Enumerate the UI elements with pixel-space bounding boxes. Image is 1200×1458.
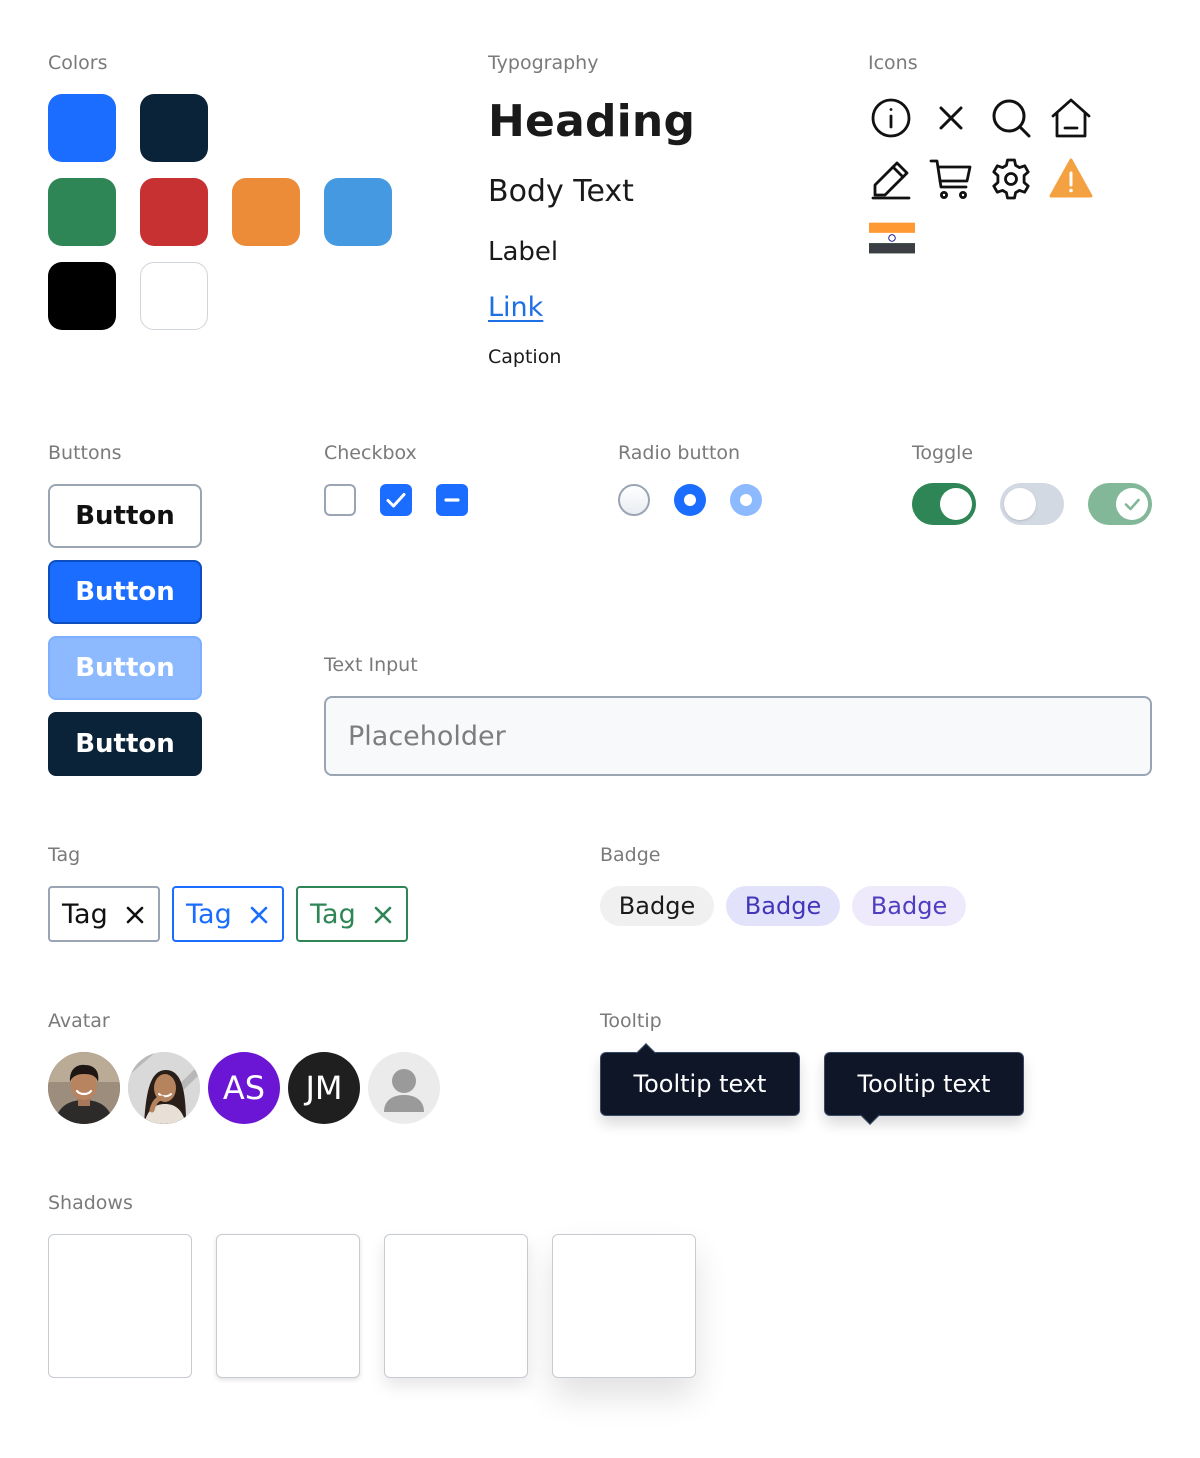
avatar-photo-man[interactable] <box>48 1052 120 1124</box>
typography-caption: Caption <box>488 346 562 368</box>
avatar-photo-woman[interactable] <box>128 1052 200 1124</box>
badge-section-label: Badge <box>600 844 661 866</box>
shadow-card-medium <box>384 1234 528 1378</box>
tag-label: Tag <box>310 898 356 930</box>
dark-button[interactable]: Button <box>48 712 202 776</box>
radio-selected-disabled[interactable] <box>730 484 762 516</box>
shadow-card-large <box>552 1234 696 1378</box>
checkbox-section-label: Checkbox <box>324 442 417 464</box>
swatch-light-blue <box>324 178 392 246</box>
checkbox-unchecked[interactable] <box>324 484 356 516</box>
toggle-knob <box>1116 488 1148 520</box>
tag-blue[interactable]: Tag <box>172 886 284 942</box>
info-icon <box>868 95 914 141</box>
shadow-card-none <box>48 1234 192 1378</box>
cart-icon <box>928 156 974 202</box>
avatar-initials-as[interactable]: AS <box>208 1052 280 1124</box>
avatar-section-label: Avatar <box>48 1010 110 1032</box>
tag-label: Tag <box>186 898 232 930</box>
disabled-button[interactable]: Button <box>48 636 202 700</box>
tooltip-arrow <box>636 1043 656 1063</box>
tag-green[interactable]: Tag <box>296 886 408 942</box>
shadows-section-label: Shadows <box>48 1192 133 1214</box>
close-icon[interactable] <box>248 904 270 926</box>
check-icon <box>386 493 406 508</box>
typography-label: Label <box>488 237 559 267</box>
tooltip-text: Tooltip text <box>633 1070 767 1098</box>
text-input-section-label: Text Input <box>324 654 418 676</box>
badge-blue: Badge <box>726 886 840 926</box>
swatch-orange <box>232 178 300 246</box>
avatar-placeholder[interactable] <box>368 1052 440 1124</box>
checkbox-indeterminate[interactable] <box>436 484 468 516</box>
tooltip-text: Tooltip text <box>857 1070 991 1098</box>
swatch-primary-blue <box>48 94 116 162</box>
tag-neutral[interactable]: Tag <box>48 886 160 942</box>
swatch-red <box>140 178 208 246</box>
edit-icon <box>868 156 914 202</box>
toggle-on[interactable] <box>912 483 976 525</box>
swatch-white <box>140 262 208 330</box>
person-photo <box>128 1052 200 1124</box>
india-flag-icon <box>868 216 916 260</box>
primary-button[interactable]: Button <box>48 560 202 624</box>
close-icon[interactable] <box>372 904 394 926</box>
swatch-green <box>48 178 116 246</box>
warning-icon <box>1048 156 1094 202</box>
icons-section-label: Icons <box>868 52 918 74</box>
person-photo <box>48 1052 120 1124</box>
typography-section-label: Typography <box>488 52 599 74</box>
tag-label: Tag <box>62 898 108 930</box>
close-icon <box>928 95 974 141</box>
toggle-off[interactable] <box>1000 483 1064 525</box>
home-icon <box>1048 95 1094 141</box>
shadow-card-small <box>216 1234 360 1378</box>
colors-section-label: Colors <box>48 52 108 74</box>
swatch-black <box>48 262 116 330</box>
radio-selected[interactable] <box>674 484 706 516</box>
avatar-initials-jm[interactable]: JM <box>288 1052 360 1124</box>
radio-dot <box>684 494 696 506</box>
typography-heading: Heading <box>488 96 696 147</box>
text-input-field[interactable] <box>324 696 1152 776</box>
badge-purple: Badge <box>852 886 966 926</box>
minus-icon <box>444 498 460 502</box>
outline-button[interactable]: Button <box>48 484 202 548</box>
check-icon <box>1124 498 1140 511</box>
radio-dot <box>740 494 752 506</box>
buttons-section-label: Buttons <box>48 442 122 464</box>
toggle-on-disabled[interactable] <box>1088 483 1152 525</box>
tag-section-label: Tag <box>48 844 81 866</box>
radio-unselected[interactable] <box>618 484 650 516</box>
toggle-section-label: Toggle <box>912 442 974 464</box>
close-icon[interactable] <box>124 904 146 926</box>
tooltip-arrow-top: Tooltip text <box>600 1043 800 1116</box>
checkbox-checked[interactable] <box>380 484 412 516</box>
typography-body-text: Body Text <box>488 174 634 209</box>
badge-neutral: Badge <box>600 886 714 926</box>
swatch-navy <box>140 94 208 162</box>
tooltip-arrow-bottom: Tooltip text <box>824 1052 1024 1125</box>
user-icon <box>384 1069 424 1112</box>
gear-icon <box>988 156 1034 202</box>
tooltip-arrow <box>860 1105 880 1125</box>
typography-link[interactable]: Link <box>488 292 543 323</box>
toggle-knob <box>1004 488 1036 520</box>
toggle-knob <box>940 488 972 520</box>
radio-section-label: Radio button <box>618 442 741 464</box>
search-icon <box>988 95 1034 141</box>
tooltip-section-label: Tooltip <box>600 1010 662 1032</box>
